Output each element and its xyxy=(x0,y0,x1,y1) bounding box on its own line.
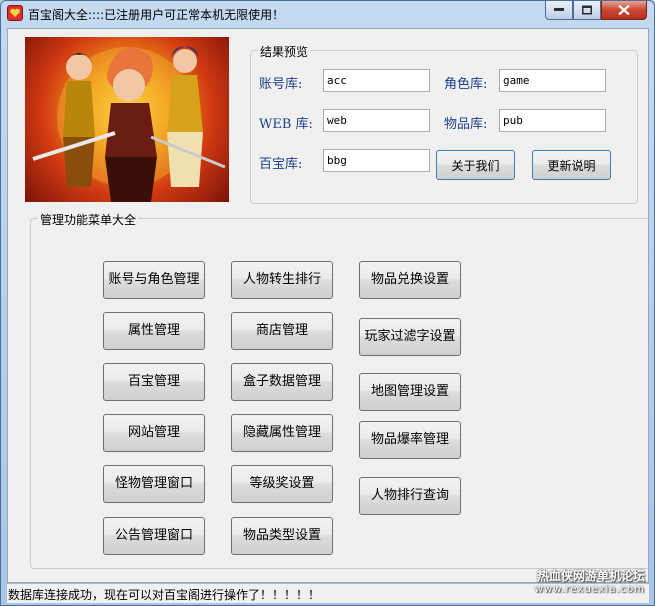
shop-manage-button[interactable]: 商店管理 xyxy=(231,312,333,350)
treasure-db-input[interactable] xyxy=(323,149,430,172)
heart-badge-icon xyxy=(7,5,23,21)
map-manage-settings-button[interactable]: 地图管理设置 xyxy=(359,373,461,411)
player-ranking-query-button[interactable]: 人物排行查询 xyxy=(359,477,461,515)
box-data-manage-button[interactable]: 盒子数据管理 xyxy=(231,363,333,401)
treasure-manage-button[interactable]: 百宝管理 xyxy=(103,363,205,401)
preview-group-title: 结果预览 xyxy=(258,43,311,60)
update-notes-button[interactable]: 更新说明 xyxy=(532,150,611,180)
monster-manage-button[interactable]: 怪物管理窗口 xyxy=(103,465,205,503)
window-title: 百宝阁大全::::已注册用户可正常本机无限使用！ xyxy=(28,8,285,22)
account-role-manage-button[interactable]: 账号与角色管理 xyxy=(103,261,205,299)
client-area: 结果预览 账号库: 角色库: WEB 库: 物品库: 百宝库: 关于我们 更新说… xyxy=(7,28,650,583)
close-icon xyxy=(618,5,630,15)
minimize-icon xyxy=(554,8,564,11)
level-reward-settings-button[interactable]: 等级奖设置 xyxy=(231,465,333,503)
minimize-button[interactable] xyxy=(545,1,573,20)
role-db-input[interactable] xyxy=(499,69,606,92)
game-banner-image xyxy=(25,37,229,202)
account-db-label: 账号库: xyxy=(259,77,303,92)
item-db-label: 物品库: xyxy=(444,117,488,132)
watermark-title: 热血侠网游单机论坛 xyxy=(536,569,645,583)
treasure-db-label: 百宝库: xyxy=(259,157,303,172)
about-us-button[interactable]: 关于我们 xyxy=(436,150,515,180)
menu-group-title: 管理功能菜单大全 xyxy=(38,211,139,228)
close-button[interactable] xyxy=(601,1,647,20)
item-type-settings-button[interactable]: 物品类型设置 xyxy=(231,517,333,555)
title-bar[interactable]: 百宝阁大全::::已注册用户可正常本机无限使用！ xyxy=(1,1,654,27)
item-exchange-settings-button[interactable]: 物品兑换设置 xyxy=(359,261,461,299)
web-db-label: WEB 库: xyxy=(259,117,313,132)
maximize-button[interactable] xyxy=(573,1,601,20)
maximize-icon xyxy=(582,5,592,15)
player-word-filter-button[interactable]: 玩家过滤字设置 xyxy=(359,318,461,356)
role-db-label: 角色库: xyxy=(444,77,488,92)
site-watermark: 热血侠网游单机论坛 www.rexuexia.com xyxy=(535,567,645,595)
announcement-manage-button[interactable]: 公告管理窗口 xyxy=(103,517,205,555)
web-db-input[interactable] xyxy=(323,109,430,132)
account-db-input[interactable] xyxy=(323,69,430,92)
status-text: 数据库连接成功，现在可以对百宝阁进行操作了！！！！！ xyxy=(8,588,321,602)
attribute-manage-button[interactable]: 属性管理 xyxy=(103,312,205,350)
item-db-input[interactable] xyxy=(499,109,606,132)
watermark-url: www.rexuexia.com xyxy=(534,584,645,595)
app-window: 百宝阁大全::::已注册用户可正常本机无限使用！ 结果预览 账号库: acc 角… xyxy=(0,0,655,606)
hidden-attribute-manage-button[interactable]: 隐藏属性管理 xyxy=(231,414,333,452)
rebirth-ranking-button[interactable]: 人物转生排行 xyxy=(231,261,333,299)
website-manage-button[interactable]: 网站管理 xyxy=(103,414,205,452)
item-drop-rate-button[interactable]: 物品爆率管理 xyxy=(359,421,461,459)
